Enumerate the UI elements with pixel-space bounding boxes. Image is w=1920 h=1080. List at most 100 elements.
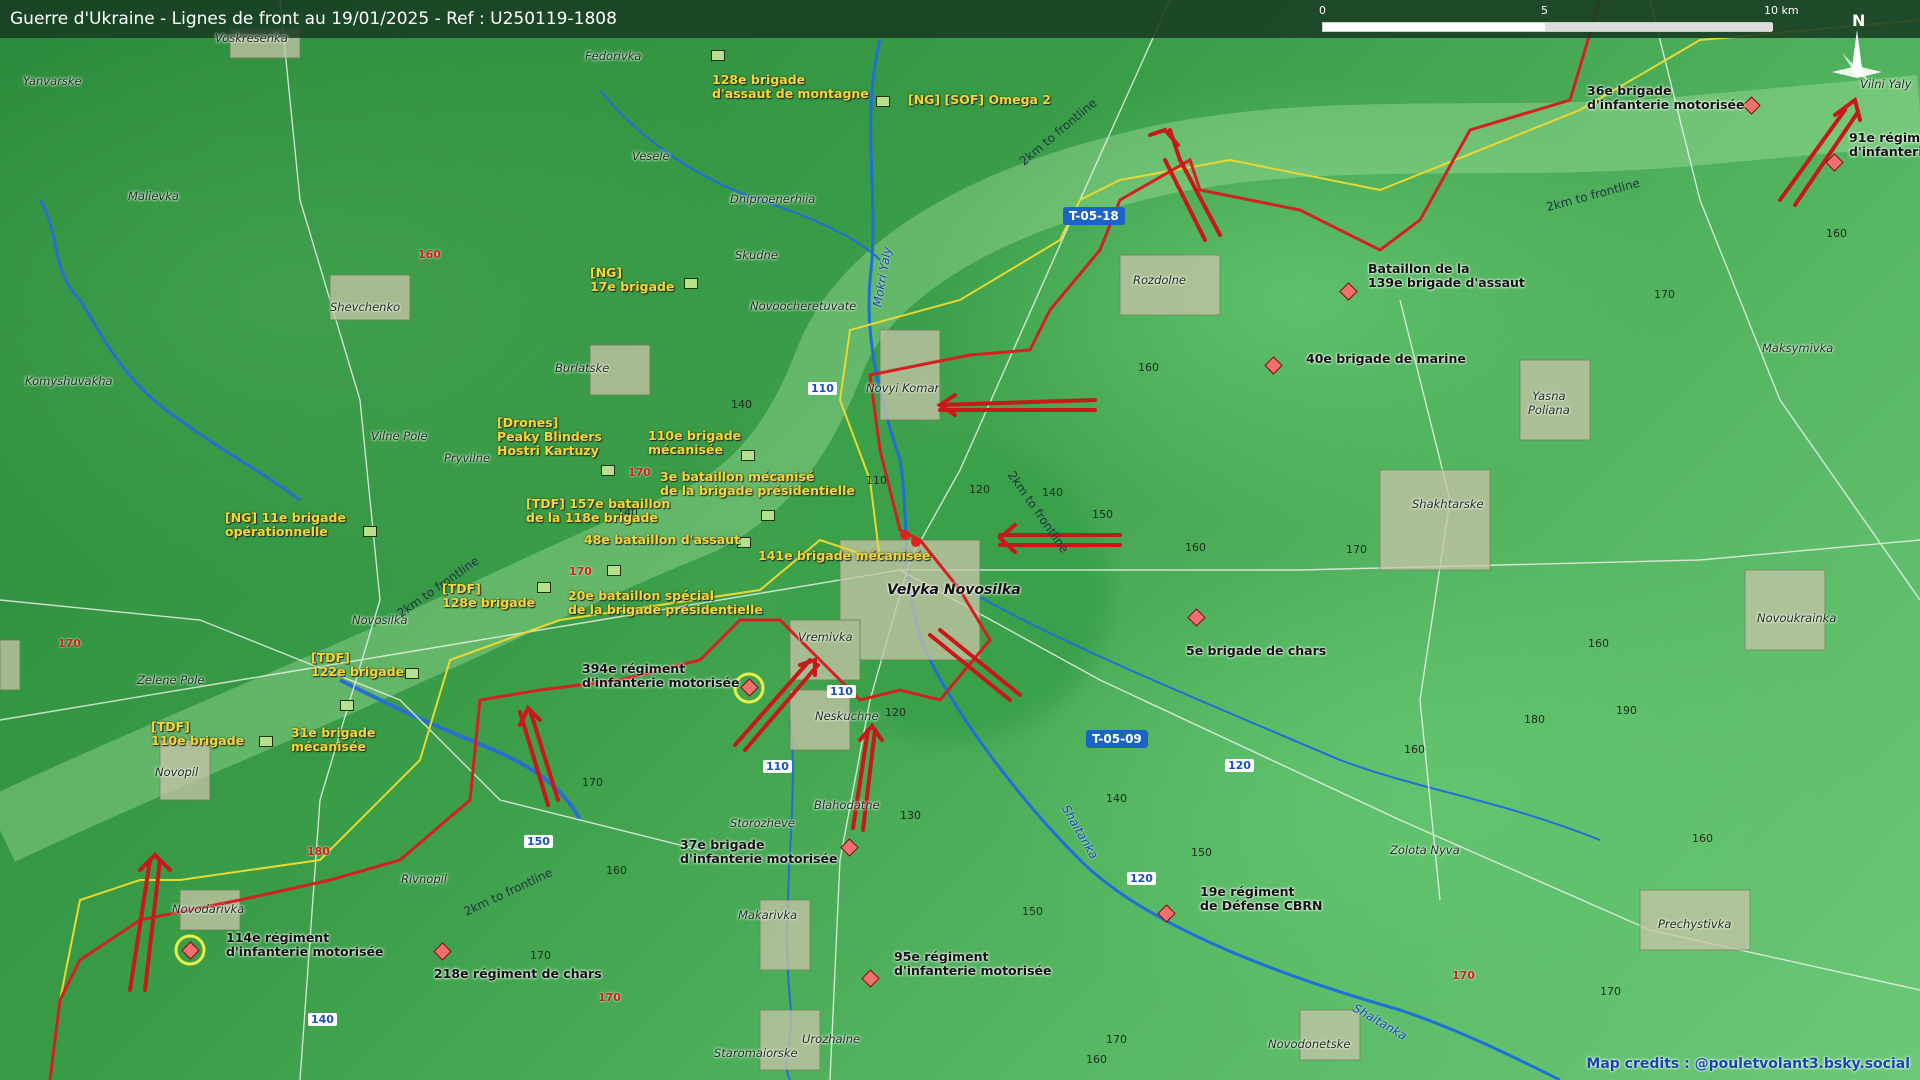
ua-unit-label: [NG] 17e brigade [590,265,675,294]
altitude-label: 160 [1138,361,1159,374]
altitude-label-red: 180 [307,845,330,858]
ru-unit-label: Bataillon de la 139e brigade d'assaut [1368,261,1525,290]
scale-bar [1322,22,1773,32]
place-yasna-poliana: Yasna Poliana [1528,389,1570,417]
place-novoukrainka: Novoukrainka [1757,611,1837,625]
river-vodiane [949,579,1601,841]
altitude-label: 150 [1092,508,1113,521]
place-rivnopil: Rivnopil [401,872,448,886]
place-yanvarske: Yanvarske [23,74,82,88]
altitude-label: 160 [1826,227,1847,240]
altitude-label: 130 [900,809,921,822]
place-neskuchne: Neskuchne [815,709,879,723]
compass-n-label: N [1852,11,1865,30]
map-canvas[interactable]: Guerre d'Ukraine - Lignes de front au 19… [0,0,1920,1080]
altitude-label: 120 [969,483,990,496]
place-velyka-novosilka: Velyka Novosilka [887,582,1021,598]
altitude-label-red: 170 [58,637,81,650]
place-shakhtarske: Shakhtarske [1412,497,1484,511]
ua-unit-symbol[interactable] [876,96,890,107]
place-vremivka: Vremivka [798,630,853,644]
ua-unit-label: 110e brigade mécanisée [648,428,742,457]
altitude-label-red: 170 [569,565,592,578]
place-staromaiorske: Staromaiorske [714,1046,798,1060]
altitude-label: 150 [1022,905,1043,918]
ua-unit-label: [TDF] 128e brigade [442,581,536,610]
road-number: 150 [524,835,553,848]
place-novoocheretuvate: Novoocheretuvate [750,299,857,313]
ua-unit-label: 48e bataillon d'assaut [584,532,741,547]
place-novodarivka: Novodarivka [172,902,245,916]
altitude-label: 190 [1616,704,1637,717]
ru-unit-label: 40e brigade de marine [1306,351,1466,366]
altitude-label-red: 160 [418,248,441,261]
road-number: 110 [763,760,792,773]
ru-unit-label: 218e régiment de chars [434,966,602,981]
place-novopil: Novopil [155,765,199,779]
altitude-label: 170 [1654,288,1675,301]
place-maksymivka: Maksymivka [1762,341,1834,355]
road-number: 110 [827,685,856,698]
road-shield-t0509: T-05-09 [1086,730,1148,748]
place-urozhaine: Urozhaine [802,1032,861,1046]
place-burlatske: Burlatske [555,361,610,375]
altitude-label-red: 170 [1452,969,1475,982]
altitude-label: 160 [1692,832,1713,845]
place-makarivka: Makarivka [738,908,798,922]
ua-unit-symbol[interactable] [741,450,755,461]
ua-unit-symbol[interactable] [537,582,551,593]
place-dniproenerhiia: Dniproenerhiia [730,192,816,206]
altitude-label: 180 [1524,713,1545,726]
river-west [599,89,881,261]
place-pryvilne: Pryvilne [444,451,491,465]
altitude-label: 140 [1042,486,1063,499]
scale-label-mid: 5 [1541,4,1548,17]
ua-unit-symbol[interactable] [363,526,377,537]
ua-unit-label: [TDF] 157e bataillon de la 118e brigade [526,496,671,525]
ua-unit-symbol[interactable] [601,465,615,476]
altitude-label: 160 [1185,541,1206,554]
road-shield-t0518: T-05-18 [1063,207,1125,225]
altitude-label-red: 170 [628,466,651,479]
ru-unit-label: 5e brigade de chars [1186,643,1327,658]
place-vilni-yaly: Vilni Yaly [1860,77,1912,91]
ru-unit-label: 91e régime d'infanterie [1849,130,1920,159]
ru-unit-label: 394e régiment d'infanterie motorisée [582,661,740,690]
place-voskresenka: Voskresenka [215,31,288,45]
altitude-label-red: 170 [598,991,621,1004]
red-marker [911,537,921,547]
map-vector-layer [0,0,1920,1080]
altitude-label: 160 [1086,1053,1107,1066]
ua-unit-symbol[interactable] [259,736,273,747]
place-prechystivka: Prechystivka [1658,917,1732,931]
map-credits[interactable]: Map credits : @pouletvolant3.bsky.social [1586,1056,1910,1072]
scale-label-start: 0 [1319,4,1326,17]
place-zelene-pole: Zelene Pole [137,673,205,687]
ua-unit-symbol[interactable] [405,668,419,679]
ua-unit-label: 31e brigade mécanisée [291,725,376,754]
ua-unit-symbol[interactable] [684,278,698,289]
ua-unit-label: 3e bataillon mécanisé de la brigade prés… [660,469,855,498]
map-title: Guerre d'Ukraine - Lignes de front au 19… [10,9,617,29]
ua-unit-symbol[interactable] [711,50,725,61]
place-vesele: Vesele [632,149,670,163]
altitude-label: 170 [1346,543,1367,556]
altitude-label: 160 [606,864,627,877]
ru-unit-label: 19e régiment de Défense CBRN [1200,884,1323,913]
altitude-label: 140 [1106,792,1127,805]
ua-unit-symbol[interactable] [761,510,775,521]
ua-unit-symbol[interactable] [340,700,354,711]
ua-unit-symbol[interactable] [607,565,621,576]
altitude-label: 160 [1404,743,1425,756]
ru-unit-label: 36e brigade d'infanterie motorisée [1587,83,1745,112]
ua-unit-label: [NG] 11e brigade opérationnelle [225,510,346,539]
altitude-label: 170 [530,949,551,962]
place-storozheve: Storozheve [730,816,795,830]
ru-unit-label: 37e brigade d'infanterie motorisée [680,837,838,866]
scale-label-end: 10 km [1764,4,1799,17]
altitude-label: 170 [582,776,603,789]
place-rozdolne: Rozdolne [1133,273,1186,287]
road-number: 140 [308,1013,337,1026]
altitude-label: 120 [885,706,906,719]
ua-unit-label: 141e brigade mécanisée [758,548,931,563]
